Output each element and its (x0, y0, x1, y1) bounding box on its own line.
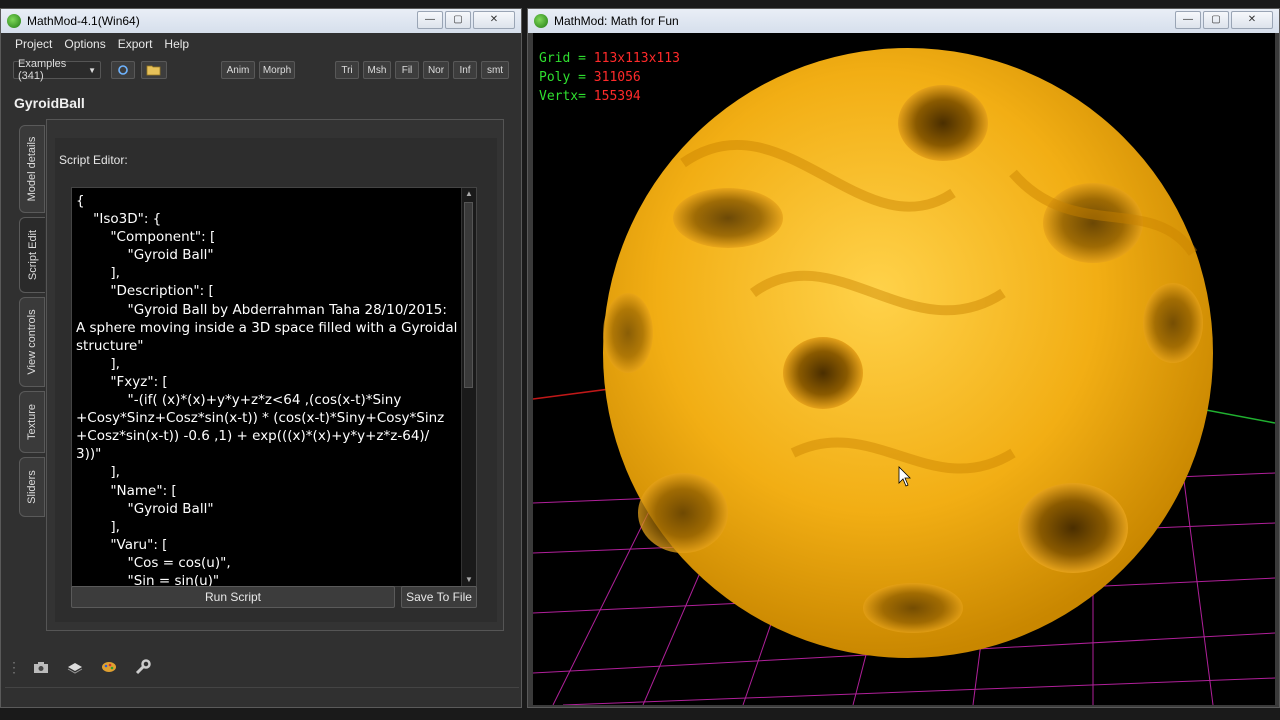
tab-sliders[interactable]: Sliders (19, 457, 45, 517)
model-name: GyroidBall (14, 95, 85, 111)
status-bar (5, 687, 519, 706)
screenshot-icon[interactable] (31, 658, 51, 676)
stat-grid: Grid = 113x113x113 (539, 49, 680, 68)
tri-button[interactable]: Tri (335, 61, 359, 79)
open-folder-button[interactable] (141, 61, 167, 79)
maximize-button[interactable]: ▢ (445, 11, 471, 29)
left-window-title: MathMod-4.1(Win64) (27, 14, 140, 28)
menu-options[interactable]: Options (64, 37, 105, 51)
close-button[interactable]: ✕ (473, 11, 515, 29)
grip-icon: ⋮ (7, 658, 21, 675)
minimize-button[interactable]: — (417, 11, 443, 29)
morph-button[interactable]: Morph (259, 61, 295, 79)
menu-project[interactable]: Project (15, 37, 52, 51)
examples-dropdown-value: Examples (341) (18, 58, 67, 82)
stat-grid-label: Grid = (539, 51, 586, 66)
stat-grid-value: 113x113x113 (593, 51, 680, 66)
tab-view-controls[interactable]: View controls (19, 297, 45, 387)
menu-export[interactable]: Export (118, 37, 153, 51)
tab-script-edit[interactable]: Script Edit (19, 217, 45, 293)
save-to-file-button[interactable]: Save To File (401, 586, 477, 608)
tab-model-details[interactable]: Model details (19, 125, 45, 213)
close-button[interactable]: ✕ (1231, 11, 1273, 29)
layers-icon[interactable] (65, 658, 85, 676)
left-titlebar[interactable]: MathMod-4.1(Win64) — ▢ ✕ (1, 9, 521, 33)
tab-model-details-label: Model details (26, 136, 38, 202)
wrench-icon[interactable] (133, 658, 153, 676)
menu-help[interactable]: Help (164, 37, 189, 51)
stat-poly: Poly = 311056 (539, 68, 680, 87)
menu-bar: Project Options Export Help (1, 33, 521, 55)
inf-button[interactable]: Inf (453, 61, 477, 79)
editor-scrollbar[interactable]: ▲ ▼ (461, 188, 476, 586)
mathmod-app-icon (7, 14, 21, 28)
palette-icon[interactable] (99, 658, 119, 676)
run-script-button[interactable]: Run Script (71, 586, 395, 608)
tab-texture-label: Texture (26, 403, 38, 441)
render-stats: Grid = 113x113x113 Poly = 311056 Vertx= … (539, 49, 680, 106)
maximize-button[interactable]: ▢ (1203, 11, 1229, 29)
examples-dropdown[interactable]: Examples (341) ▼ (13, 58, 101, 82)
viewer-window: MathMod: Math for Fun — ▢ ✕ Grid = 113x1… (527, 8, 1280, 708)
toolbar: Examples (341) ▼ Anim Morph Tri Msh Fil … (1, 55, 521, 85)
stat-vertx-value: 155394 (593, 89, 641, 104)
script-editor-text[interactable]: { "Iso3D": { "Component": [ "Gyroid Ball… (72, 188, 476, 586)
chevron-down-icon: ▼ (88, 65, 96, 75)
script-editor-label: Script Editor: (59, 153, 128, 167)
search-button[interactable] (111, 61, 135, 79)
tab-script-edit-label: Script Edit (26, 229, 39, 281)
fil-button[interactable]: Fil (395, 61, 419, 79)
tab-view-controls-label: View controls (26, 309, 38, 375)
anim-button[interactable]: Anim (221, 61, 255, 79)
mathmod-main-window: MathMod-4.1(Win64) — ▢ ✕ Project Options… (0, 8, 522, 708)
right-titlebar[interactable]: MathMod: Math for Fun — ▢ ✕ (528, 9, 1279, 33)
minimize-button[interactable]: — (1175, 11, 1201, 29)
search-icon (118, 65, 128, 75)
tab-texture[interactable]: Texture (19, 391, 45, 453)
scroll-down-icon[interactable]: ▼ (462, 574, 476, 586)
smt-button[interactable]: smt (481, 61, 509, 79)
msh-button[interactable]: Msh (363, 61, 391, 79)
nor-button[interactable]: Nor (423, 61, 449, 79)
stat-vertx: Vertx= 155394 (539, 87, 680, 106)
gyroid-ball-render (533, 48, 1275, 705)
scroll-up-icon[interactable]: ▲ (462, 188, 476, 200)
stat-poly-value: 311056 (593, 70, 641, 85)
right-window-title: MathMod: Math for Fun (554, 14, 679, 28)
stat-vertx-label: Vertx= (539, 89, 586, 104)
stat-poly-label: Poly = (539, 70, 586, 85)
folder-icon (146, 65, 161, 76)
3d-viewport[interactable]: Grid = 113x113x113 Poly = 311056 Vertx= … (533, 33, 1275, 705)
tab-sliders-label: Sliders (26, 470, 38, 504)
bottom-toolbar: ⋮ (1, 647, 531, 687)
script-editor[interactable]: { "Iso3D": { "Component": [ "Gyroid Ball… (71, 187, 477, 587)
mathmod-app-icon (534, 14, 548, 28)
scrollbar-thumb[interactable] (464, 202, 473, 388)
